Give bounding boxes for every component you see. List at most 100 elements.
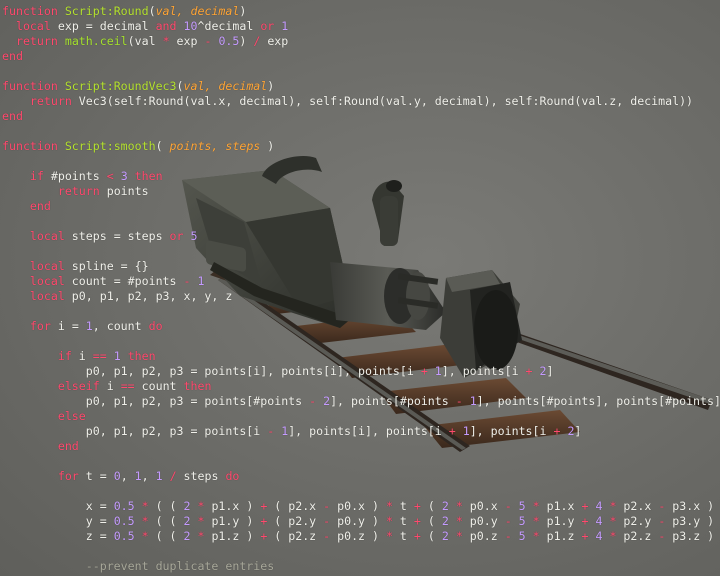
- code-token: 2: [441, 529, 449, 543]
- code-line[interactable]: local p0, p1, p2, p3, x, y, z: [2, 289, 232, 304]
- code-line[interactable]: local steps = steps or 5: [2, 229, 198, 244]
- code-line[interactable]: local spline = {}: [2, 259, 149, 274]
- code-line[interactable]: p0, p1, p2, p3 = points[#points - 2], po…: [2, 394, 720, 409]
- code-token: *: [162, 34, 170, 48]
- code-line[interactable]: if #points < 3 then: [2, 169, 163, 184]
- code-line[interactable]: if i == 1 then: [2, 349, 156, 364]
- code-token: or: [260, 19, 275, 33]
- code-line[interactable]: p0, p1, p2, p3 = points[i - 1], points[i…: [2, 424, 582, 439]
- code-token: *: [385, 499, 393, 513]
- code-token: 0.5: [113, 499, 135, 513]
- code-token: ]: [546, 364, 554, 378]
- code-line[interactable]: function Script:Round(val, decimal): [2, 4, 246, 19]
- code-token: t: [392, 499, 414, 513]
- code-line[interactable]: end: [2, 49, 23, 64]
- code-token: p1.z: [539, 529, 582, 543]
- code-line[interactable]: for i = 1, count do: [2, 319, 163, 334]
- code-token: p0, p1, p2, p3 = points[#points: [2, 394, 310, 408]
- code-token: +: [525, 364, 533, 378]
- code-token: p1.x ): [204, 499, 261, 513]
- code-token: ,: [120, 469, 135, 483]
- code-token: and: [155, 19, 177, 33]
- code-token: 5: [518, 514, 526, 528]
- code-line[interactable]: --prevent duplicate entries: [2, 559, 274, 574]
- code-token: if: [29, 169, 44, 183]
- code-line[interactable]: y = 0.5 * ( ( 2 * p1.y ) + ( p2.y - p0.y…: [2, 514, 714, 529]
- code-line[interactable]: x = 0.5 * ( ( 2 * p1.x ) + ( p2.x - p0.x…: [2, 499, 714, 514]
- code-line[interactable]: local exp = decimal and 10^decimal or 1: [2, 19, 288, 34]
- code-token: ], points[#points], points[#points]: [476, 394, 720, 408]
- code-token: Vec3(self:Round(val.x, decimal), self:Ro…: [71, 94, 694, 108]
- code-line[interactable]: local count = #points - 1: [2, 274, 205, 289]
- code-token: end: [29, 199, 51, 213]
- code-line[interactable]: end: [2, 439, 79, 454]
- code-token: p0.z ): [330, 529, 386, 543]
- code-token: *: [532, 499, 540, 513]
- code-token: local: [29, 259, 65, 273]
- code-token: *: [385, 514, 393, 528]
- code-token: *: [141, 529, 149, 543]
- code-token: *: [532, 514, 540, 528]
- code-token: 1: [155, 469, 163, 483]
- code-token: exp: [169, 34, 205, 48]
- code-line[interactable]: return math.ceil(val * exp - 0.5) / exp: [2, 34, 288, 49]
- code-token: ( (: [148, 514, 184, 528]
- code-line[interactable]: return Vec3(self:Round(val.x, decimal), …: [2, 94, 693, 109]
- code-token: -: [504, 514, 512, 528]
- code-line[interactable]: function Script:RoundVec3(val, decimal): [2, 79, 274, 94]
- code-token: local: [29, 229, 65, 243]
- code-token: exp: [260, 34, 289, 48]
- code-token: p0.y: [462, 514, 505, 528]
- code-token: 2: [183, 514, 191, 528]
- code-token: +: [420, 364, 428, 378]
- code-token: ): [239, 34, 254, 48]
- code-token: p0, p1, p2, p3 = points[i: [2, 424, 268, 438]
- code-token: ( p2.z: [267, 529, 324, 543]
- code-token: p3.y ): [665, 514, 715, 528]
- code-token: end: [2, 49, 23, 63]
- code-line[interactable]: return points: [2, 184, 149, 199]
- code-line[interactable]: p0, p1, p2, p3 = points[i], points[i], p…: [2, 364, 554, 379]
- code-editor[interactable]: function Script:Round(val, decimal) loca…: [0, 0, 720, 576]
- code-token: 0: [113, 469, 121, 483]
- code-line[interactable]: end: [2, 109, 23, 124]
- code-token: p2.z: [616, 529, 659, 543]
- code-token: +: [413, 514, 421, 528]
- code-line[interactable]: for t = 0, 1, 1 / steps do: [2, 469, 240, 484]
- code-token: then: [134, 169, 163, 183]
- code-token: local: [29, 289, 65, 303]
- code-token: 0.5: [218, 34, 240, 48]
- code-token: z =: [2, 529, 114, 543]
- code-line[interactable]: z = 0.5 * ( ( 2 * p1.z ) + ( p2.z - p0.z…: [2, 529, 714, 544]
- code-token: p3.x ): [665, 499, 715, 513]
- code-line[interactable]: end: [2, 199, 51, 214]
- code-token: end: [57, 439, 79, 453]
- code-line[interactable]: function Script:smooth( points, steps ): [2, 139, 274, 154]
- code-token: return: [57, 184, 100, 198]
- code-token: ==: [120, 379, 135, 393]
- code-token: p1.y ): [204, 514, 261, 528]
- code-line[interactable]: elseif i == count then: [2, 379, 212, 394]
- code-token: 2: [441, 514, 449, 528]
- code-token: exp = decimal: [50, 19, 156, 33]
- code-token: local: [29, 274, 65, 288]
- code-line[interactable]: else: [2, 409, 86, 424]
- code-token: function: [2, 79, 65, 93]
- code-token: spline = {}: [64, 259, 149, 273]
